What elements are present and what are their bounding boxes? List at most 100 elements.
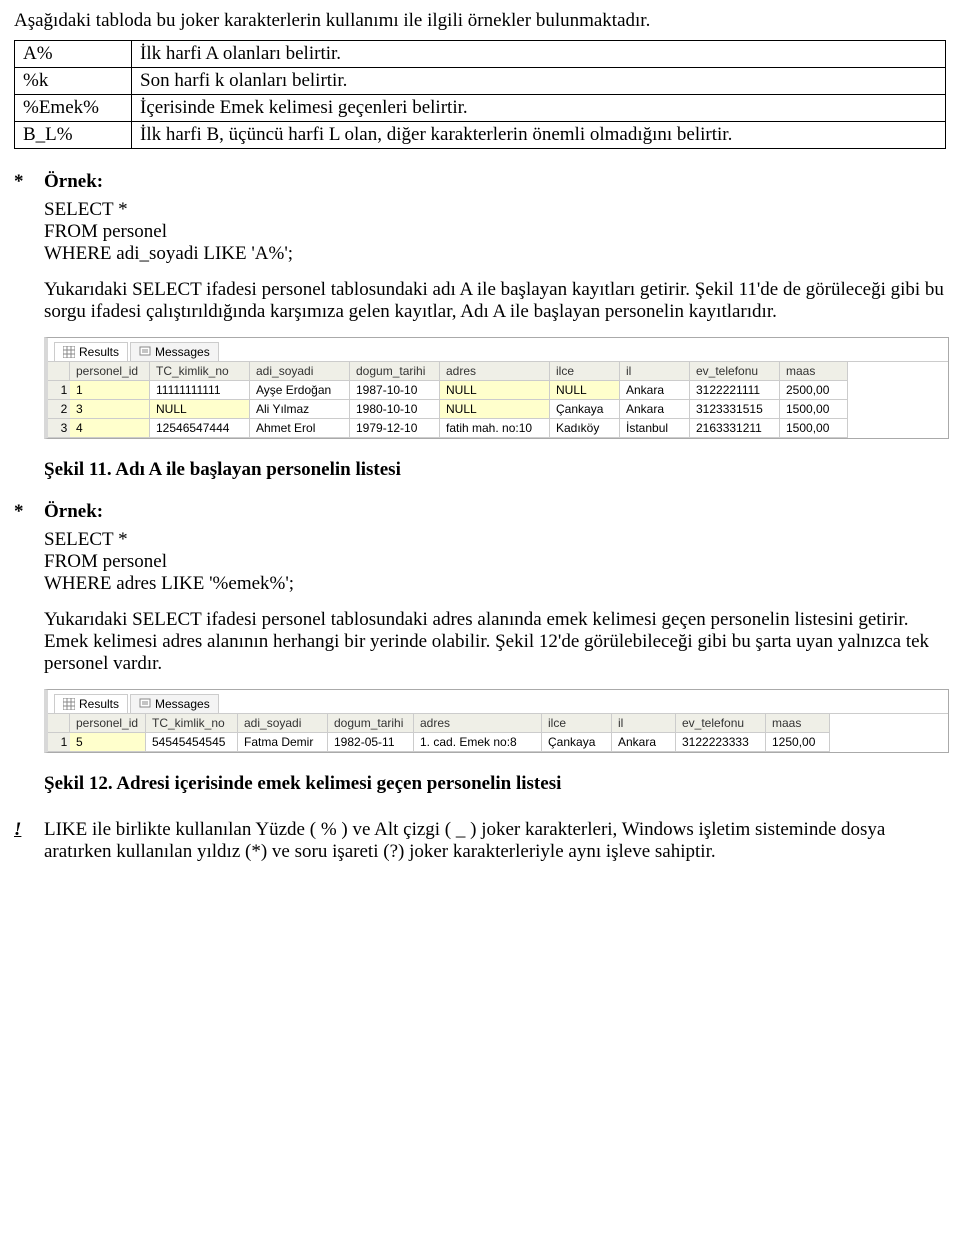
example-paragraph: Yukarıdaki SELECT ifadesi personel tablo…: [44, 279, 949, 323]
cell[interactable]: Çankaya: [550, 400, 620, 419]
cell[interactable]: 5: [70, 733, 146, 752]
cell[interactable]: 12546547444: [150, 419, 250, 438]
cell[interactable]: Çankaya: [542, 733, 612, 752]
code-line: WHERE adres LIKE '%emek%';: [44, 573, 949, 595]
cell[interactable]: NULL: [550, 381, 620, 400]
cell[interactable]: 2500,00: [780, 381, 848, 400]
cell[interactable]: Ankara: [620, 381, 690, 400]
cell[interactable]: Ahmet Erol: [250, 419, 350, 438]
cell[interactable]: Ali Yılmaz: [250, 400, 350, 419]
col-header[interactable]: dogum_tarihi: [350, 362, 440, 381]
cell[interactable]: NULL: [150, 400, 250, 419]
tab-label: Messages: [155, 345, 210, 359]
code-line: WHERE adi_soyadi LIKE 'A%';: [44, 243, 949, 265]
cell[interactable]: 3: [70, 400, 150, 419]
sql-results-panel: Results Messages personel_id TC_kimlik_n…: [44, 689, 949, 753]
cell[interactable]: 1982-05-11: [328, 733, 414, 752]
grid-corner: [48, 714, 70, 733]
col-header[interactable]: maas: [766, 714, 830, 733]
joker-cell: İlk harfi B, üçüncü harfi L olan, diğer …: [132, 122, 946, 149]
cell[interactable]: Ankara: [612, 733, 676, 752]
col-header[interactable]: il: [612, 714, 676, 733]
results-tabs: Results Messages: [48, 338, 948, 361]
bullet-icon: *: [14, 501, 44, 809]
cell[interactable]: 54545454545: [146, 733, 238, 752]
intro-text: Aşağıdaki tabloda bu joker karakterlerin…: [14, 10, 946, 32]
cell[interactable]: Fatma Demir: [238, 733, 328, 752]
cell[interactable]: 3122223333: [676, 733, 766, 752]
cell[interactable]: Kadıköy: [550, 419, 620, 438]
cell[interactable]: NULL: [440, 381, 550, 400]
col-header[interactable]: adi_soyadi: [238, 714, 328, 733]
tab-label: Results: [79, 697, 119, 711]
figure-caption: Şekil 11. Adı A ile başlayan personelin …: [44, 459, 949, 481]
grid-icon: [63, 698, 75, 710]
cell[interactable]: 11111111111: [150, 381, 250, 400]
grid-icon: [63, 346, 75, 358]
cell[interactable]: 1979-12-10: [350, 419, 440, 438]
col-header[interactable]: personel_id: [70, 362, 150, 381]
code-block: SELECT * FROM personel WHERE adres LIKE …: [44, 529, 949, 595]
cell[interactable]: NULL: [440, 400, 550, 419]
results-grid: personel_id TC_kimlik_no adi_soyadi dogu…: [48, 361, 948, 438]
cell[interactable]: Ankara: [620, 400, 690, 419]
col-header[interactable]: ev_telefonu: [676, 714, 766, 733]
code-block: SELECT * FROM personel WHERE adi_soyadi …: [44, 199, 949, 265]
note: ! LIKE ile birlikte kullanılan Yüzde ( %…: [14, 819, 946, 863]
message-icon: [139, 698, 151, 710]
cell[interactable]: 1: [70, 381, 150, 400]
joker-cell: %k: [15, 68, 132, 95]
joker-cell: B_L%: [15, 122, 132, 149]
col-header[interactable]: maas: [780, 362, 848, 381]
col-header[interactable]: ev_telefonu: [690, 362, 780, 381]
tab-label: Results: [79, 345, 119, 359]
cell[interactable]: Ayşe Erdoğan: [250, 381, 350, 400]
cell[interactable]: 1. cad. Emek no:8: [414, 733, 542, 752]
col-header[interactable]: personel_id: [70, 714, 146, 733]
tab-messages[interactable]: Messages: [130, 694, 219, 713]
col-header[interactable]: il: [620, 362, 690, 381]
bullet-icon: *: [14, 171, 44, 495]
cell[interactable]: 1500,00: [780, 419, 848, 438]
col-header[interactable]: adres: [414, 714, 542, 733]
warning-icon: !: [14, 819, 44, 863]
cell[interactable]: 3123331515: [690, 400, 780, 419]
example-1: * Örnek: SELECT * FROM personel WHERE ad…: [14, 171, 946, 495]
cell[interactable]: fatih mah. no:10: [440, 419, 550, 438]
cell[interactable]: İstanbul: [620, 419, 690, 438]
note-text: LIKE ile birlikte kullanılan Yüzde ( % )…: [44, 819, 946, 863]
tab-label: Messages: [155, 697, 210, 711]
col-header[interactable]: ilce: [542, 714, 612, 733]
joker-cell: A%: [15, 41, 132, 68]
col-header[interactable]: dogum_tarihi: [328, 714, 414, 733]
tab-results[interactable]: Results: [54, 694, 128, 713]
cell[interactable]: 1500,00: [780, 400, 848, 419]
tab-messages[interactable]: Messages: [130, 342, 219, 361]
code-line: SELECT *: [44, 199, 949, 221]
code-line: FROM personel: [44, 551, 949, 573]
results-tabs: Results Messages: [48, 690, 948, 713]
code-line: SELECT *: [44, 529, 949, 551]
col-header[interactable]: TC_kimlik_no: [146, 714, 238, 733]
joker-cell: Son harfi k olanları belirtir.: [132, 68, 946, 95]
cell[interactable]: 4: [70, 419, 150, 438]
figure-caption: Şekil 12. Adresi içerisinde emek kelimes…: [44, 773, 949, 795]
example-label: Örnek:: [44, 171, 949, 193]
col-header[interactable]: ilce: [550, 362, 620, 381]
cell[interactable]: 2163331211: [690, 419, 780, 438]
col-header[interactable]: adi_soyadi: [250, 362, 350, 381]
cell[interactable]: 1987-10-10: [350, 381, 440, 400]
tab-results[interactable]: Results: [54, 342, 128, 361]
joker-table: A%İlk harfi A olanları belirtir. %kSon h…: [14, 40, 946, 149]
cell[interactable]: 1980-10-10: [350, 400, 440, 419]
cell[interactable]: 1250,00: [766, 733, 830, 752]
code-line: FROM personel: [44, 221, 949, 243]
cell[interactable]: 3122221111: [690, 381, 780, 400]
example-label: Örnek:: [44, 501, 949, 523]
message-icon: [139, 346, 151, 358]
example-paragraph: Yukarıdaki SELECT ifadesi personel tablo…: [44, 609, 949, 675]
results-grid: personel_id TC_kimlik_no adi_soyadi dogu…: [48, 713, 948, 752]
col-header[interactable]: TC_kimlik_no: [150, 362, 250, 381]
col-header[interactable]: adres: [440, 362, 550, 381]
joker-cell: %Emek%: [15, 95, 132, 122]
